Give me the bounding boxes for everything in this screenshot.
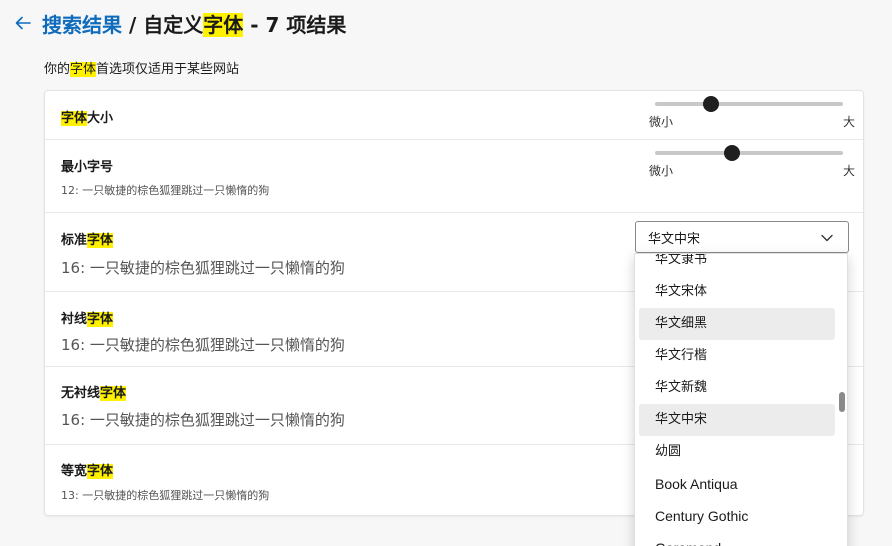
slider-track[interactable] bbox=[655, 151, 843, 155]
min-font-size-sample: 12: 一只敏捷的棕色狐狸跳过一只懒惰的狗 bbox=[61, 184, 270, 197]
page-title: 搜索结果 / 自定义字体 - 7 项结果 bbox=[42, 9, 346, 38]
dropdown-option[interactable]: Garamond bbox=[639, 532, 835, 546]
note-pre: 你的 bbox=[44, 62, 71, 77]
monospace-font-label: 等宽字体 bbox=[61, 464, 114, 479]
preference-note: 你的字体首选项仅适用于某些网站 bbox=[44, 58, 239, 77]
dropdown-options: 华文隶书 华文宋体 华文细黑 华文行楷 华文新魏 华文中宋 幼圆 Book An… bbox=[635, 254, 847, 546]
dropdown-option[interactable]: 华文行楷 bbox=[639, 340, 835, 372]
note-highlight: 字体 bbox=[70, 62, 97, 77]
chevron-down-icon bbox=[821, 234, 833, 242]
title-separator: / 自定义 bbox=[122, 12, 204, 37]
dropdown-option[interactable]: 华文新魏 bbox=[639, 372, 835, 404]
standard-font-sample: 16: 一只敏捷的棕色狐狸跳过一只懒惰的狗 bbox=[61, 259, 345, 277]
min-font-size-row: 最小字号 12: 一只敏捷的棕色狐狸跳过一只懒惰的狗 微小 大 bbox=[45, 140, 863, 213]
search-results-link[interactable]: 搜索结果 bbox=[42, 13, 122, 37]
dropdown-option[interactable]: 华文细黑 bbox=[639, 308, 835, 340]
slider-min-label: 微小 bbox=[649, 164, 674, 178]
monospace-font-sample: 13: 一只敏捷的棕色狐狸跳过一只懒惰的狗 bbox=[61, 489, 270, 502]
standard-font-select[interactable]: 华文中宋 bbox=[635, 221, 849, 253]
min-font-size-label: 最小字号 bbox=[61, 160, 114, 175]
slider-thumb[interactable] bbox=[703, 96, 720, 112]
dropdown-option[interactable]: 华文宋体 bbox=[639, 276, 835, 308]
serif-font-label: 衬线字体 bbox=[61, 312, 114, 327]
slider-max-label: 大 bbox=[842, 164, 855, 178]
dropdown-option-selected[interactable]: 华文中宋 bbox=[639, 404, 835, 436]
selected-font-value: 华文中宋 bbox=[648, 231, 701, 247]
title-count: - 7 项结果 bbox=[243, 12, 347, 37]
dropdown-option[interactable]: Century Gothic bbox=[639, 500, 835, 532]
dropdown-option[interactable]: 华文隶书 bbox=[639, 254, 835, 276]
font-size-row: 字体大小 微小 大 bbox=[45, 91, 863, 140]
back-button[interactable] bbox=[10, 10, 36, 36]
arrow-left-icon bbox=[15, 16, 31, 30]
dropdown-option[interactable]: Book Antiqua bbox=[639, 468, 835, 500]
title-highlight: 字体 bbox=[203, 12, 244, 37]
header: 搜索结果 / 自定义字体 - 7 项结果 bbox=[10, 8, 346, 38]
slider-thumb[interactable] bbox=[724, 145, 741, 161]
note-post: 首选项仅适用于某些网站 bbox=[96, 62, 240, 77]
font-size-label: 字体大小 bbox=[61, 111, 114, 126]
sans-serif-font-label: 无衬线字体 bbox=[61, 386, 127, 401]
slider-min-label: 微小 bbox=[649, 115, 674, 129]
sans-serif-font-sample: 16: 一只敏捷的棕色狐狸跳过一只懒惰的狗 bbox=[61, 411, 345, 429]
dropdown-option[interactable]: 幼圆 bbox=[639, 436, 835, 468]
slider-track[interactable] bbox=[655, 102, 843, 106]
dropdown-scrollbar[interactable] bbox=[839, 392, 845, 412]
serif-font-sample: 16: 一只敏捷的棕色狐狸跳过一只懒惰的狗 bbox=[61, 336, 345, 354]
slider-max-label: 大 bbox=[842, 115, 855, 129]
font-dropdown-list[interactable]: 华文隶书 华文宋体 华文细黑 华文行楷 华文新魏 华文中宋 幼圆 Book An… bbox=[634, 253, 848, 546]
standard-font-label: 标准字体 bbox=[61, 233, 114, 248]
